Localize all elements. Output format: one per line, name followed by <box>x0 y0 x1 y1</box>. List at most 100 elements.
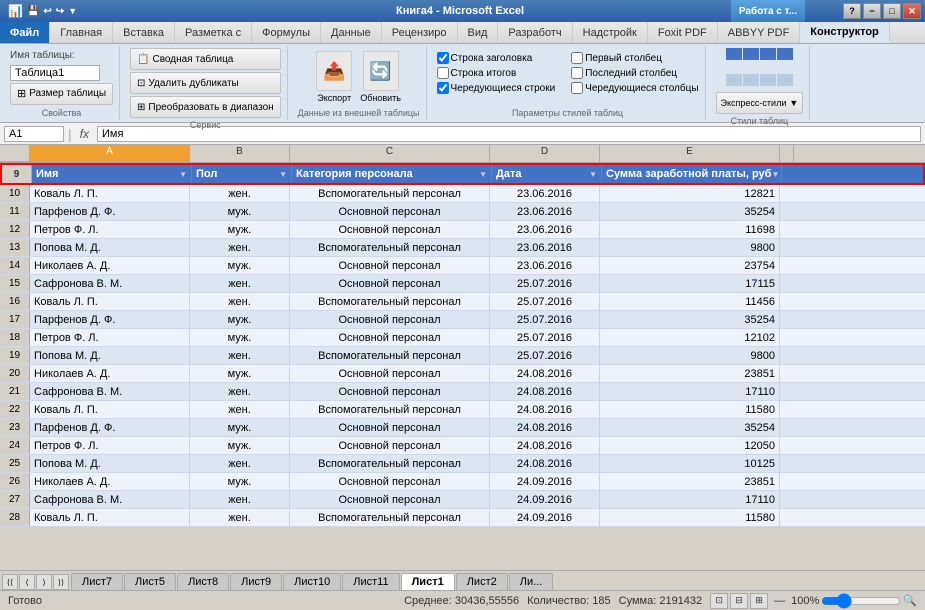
col-header-a[interactable]: A <box>30 145 190 162</box>
cell-sum[interactable]: 23851 <box>600 473 780 490</box>
cell-sum[interactable]: 11698 <box>600 221 780 238</box>
cell-pol[interactable]: муж. <box>190 473 290 490</box>
cell-pol[interactable]: муж. <box>190 257 290 274</box>
sheet-tab-sheetli[interactable]: Ли... <box>509 573 554 590</box>
cell-date[interactable]: 23.06.2016 <box>490 257 600 274</box>
last-col-checkbox[interactable] <box>571 67 583 79</box>
cell-cat[interactable]: Вспомогательный персонал <box>290 185 490 202</box>
table-row[interactable]: 20 Николаев А. Д. муж. Основной персонал… <box>0 365 925 383</box>
minimize-button[interactable]: − <box>863 3 881 19</box>
filter-arrow-pol[interactable]: ▼ <box>279 170 287 179</box>
cell-date[interactable]: 24.08.2016 <box>490 437 600 454</box>
cell-name[interactable]: Парфенов Д. Ф. <box>30 311 190 328</box>
cell-date[interactable]: 23.06.2016 <box>490 203 600 220</box>
table-row[interactable]: 10 Коваль Л. П. жен. Вспомогательный пер… <box>0 185 925 203</box>
cell-name[interactable]: Сафронова В. М. <box>30 383 190 400</box>
cell-sum[interactable]: 9800 <box>600 239 780 256</box>
tab-tabletools[interactable]: Конструктор <box>800 22 889 43</box>
tab-home[interactable]: Главная <box>50 22 113 43</box>
table-row[interactable]: 25 Попова М. Д. жен. Вспомогательный пер… <box>0 455 925 473</box>
pivot-table-button[interactable]: 📋 Сводная таблица <box>130 48 281 70</box>
cell-pol[interactable]: жен. <box>190 275 290 292</box>
cell-date[interactable]: 24.08.2016 <box>490 419 600 436</box>
resize-table-button[interactable]: ⊞ Размер таблицы <box>10 83 113 105</box>
tab-insert[interactable]: Вставка <box>113 22 175 43</box>
quick-access-more[interactable]: ▼ <box>68 6 77 16</box>
total-row-checkbox[interactable] <box>437 67 449 79</box>
tab-pagelayout[interactable]: Разметка с <box>175 22 252 43</box>
table-row[interactable]: 18 Петров Ф. Л. муж. Основной персонал 2… <box>0 329 925 347</box>
cell-date[interactable]: 24.08.2016 <box>490 383 600 400</box>
cell-name[interactable]: Парфенов Д. Ф. <box>30 203 190 220</box>
col-header-d[interactable]: D <box>490 145 600 162</box>
filter-arrow-date[interactable]: ▼ <box>589 170 597 179</box>
cell-sum[interactable]: 11456 <box>600 293 780 310</box>
cell-name[interactable]: Коваль Л. П. <box>30 293 190 310</box>
th-name[interactable]: Имя ▼ <box>32 165 192 183</box>
cell-pol[interactable]: жен. <box>190 293 290 310</box>
sheet-tab-sheet9[interactable]: Лист9 <box>230 573 282 590</box>
cell-reference-input[interactable] <box>4 126 64 142</box>
cell-sum[interactable]: 35254 <box>600 419 780 436</box>
col-header-b[interactable]: B <box>190 145 290 162</box>
first-col-checkbox-label[interactable]: Первый столбец <box>571 52 698 64</box>
total-row-checkbox-label[interactable]: Строка итогов <box>437 67 556 79</box>
header-row-checkbox[interactable] <box>437 52 449 64</box>
tab-file[interactable]: Файл <box>0 22 50 43</box>
quick-access-redo[interactable]: ↪ <box>56 6 64 17</box>
cell-cat[interactable]: Вспомогательный персонал <box>290 239 490 256</box>
cell-cat[interactable]: Основной персонал <box>290 437 490 454</box>
cell-sum[interactable]: 35254 <box>600 311 780 328</box>
cell-name[interactable]: Петров Ф. Л. <box>30 437 190 454</box>
cell-name[interactable]: Николаев А. Д. <box>30 257 190 274</box>
cell-name[interactable]: Сафронова В. М. <box>30 275 190 292</box>
table-body[interactable]: 9 Имя ▼ Пол ▼ Категория персонала ▼ Дата… <box>0 163 925 570</box>
table-row[interactable]: 17 Парфенов Д. Ф. муж. Основной персонал… <box>0 311 925 329</box>
cell-pol[interactable]: муж. <box>190 311 290 328</box>
cell-sum[interactable]: 23754 <box>600 257 780 274</box>
cell-date[interactable]: 25.07.2016 <box>490 329 600 346</box>
cell-pol[interactable]: муж. <box>190 203 290 220</box>
table-name-input[interactable] <box>10 65 100 81</box>
cell-pol[interactable]: жен. <box>190 347 290 364</box>
cell-name[interactable]: Петров Ф. Л. <box>30 329 190 346</box>
sheet-tab-sheet2[interactable]: Лист2 <box>456 573 508 590</box>
cell-sum[interactable]: 35254 <box>600 203 780 220</box>
table-row[interactable]: 27 Сафронова В. М. жен. Основной персона… <box>0 491 925 509</box>
cell-cat[interactable]: Основной персонал <box>290 365 490 382</box>
quick-access-save[interactable]: 💾 <box>27 6 39 17</box>
sheet-nav-next[interactable]: ⟩ <box>36 574 52 590</box>
express-styles-button[interactable]: Экспресс-стили ▼ <box>716 92 804 114</box>
cell-pol[interactable]: жен. <box>190 185 290 202</box>
cell-date[interactable]: 25.07.2016 <box>490 347 600 364</box>
tab-data[interactable]: Данные <box>321 22 382 43</box>
table-row[interactable]: 11 Парфенов Д. Ф. муж. Основной персонал… <box>0 203 925 221</box>
cell-sum[interactable]: 12821 <box>600 185 780 202</box>
table-row[interactable]: 21 Сафронова В. М. жен. Основной персона… <box>0 383 925 401</box>
th-date[interactable]: Дата ▼ <box>492 165 602 183</box>
cell-cat[interactable]: Основной персонал <box>290 257 490 274</box>
cell-name[interactable]: Николаев А. Д. <box>30 473 190 490</box>
tab-developer[interactable]: Разработч <box>498 22 572 43</box>
cell-date[interactable]: 23.06.2016 <box>490 221 600 238</box>
first-col-checkbox[interactable] <box>571 52 583 64</box>
table-row[interactable]: 22 Коваль Л. П. жен. Вспомогательный пер… <box>0 401 925 419</box>
col-header-e[interactable]: E <box>600 145 780 162</box>
cell-cat[interactable]: Основной персонал <box>290 311 490 328</box>
cell-cat[interactable]: Вспомогательный персонал <box>290 455 490 472</box>
cell-cat[interactable]: Основной персонал <box>290 491 490 508</box>
table-row[interactable]: 15 Сафронова В. М. жен. Основной персона… <box>0 275 925 293</box>
table-row[interactable]: 26 Николаев А. Д. муж. Основной персонал… <box>0 473 925 491</box>
cell-name[interactable]: Петров Ф. Л. <box>30 221 190 238</box>
cell-name[interactable]: Попова М. Д. <box>30 347 190 364</box>
cell-cat[interactable]: Основной персонал <box>290 383 490 400</box>
table-row[interactable]: 16 Коваль Л. П. жен. Вспомогательный пер… <box>0 293 925 311</box>
page-break-button[interactable]: ⊞ <box>750 593 768 609</box>
cell-cat[interactable]: Вспомогательный персонал <box>290 293 490 310</box>
filter-arrow-cat[interactable]: ▼ <box>479 170 487 179</box>
sheet-tab-sheet5[interactable]: Лист5 <box>124 573 176 590</box>
help-button[interactable]: ? <box>843 3 861 19</box>
sheet-nav-prev[interactable]: ⟨ <box>19 574 35 590</box>
cell-pol[interactable]: жен. <box>190 509 290 526</box>
cell-name[interactable]: Попова М. Д. <box>30 239 190 256</box>
